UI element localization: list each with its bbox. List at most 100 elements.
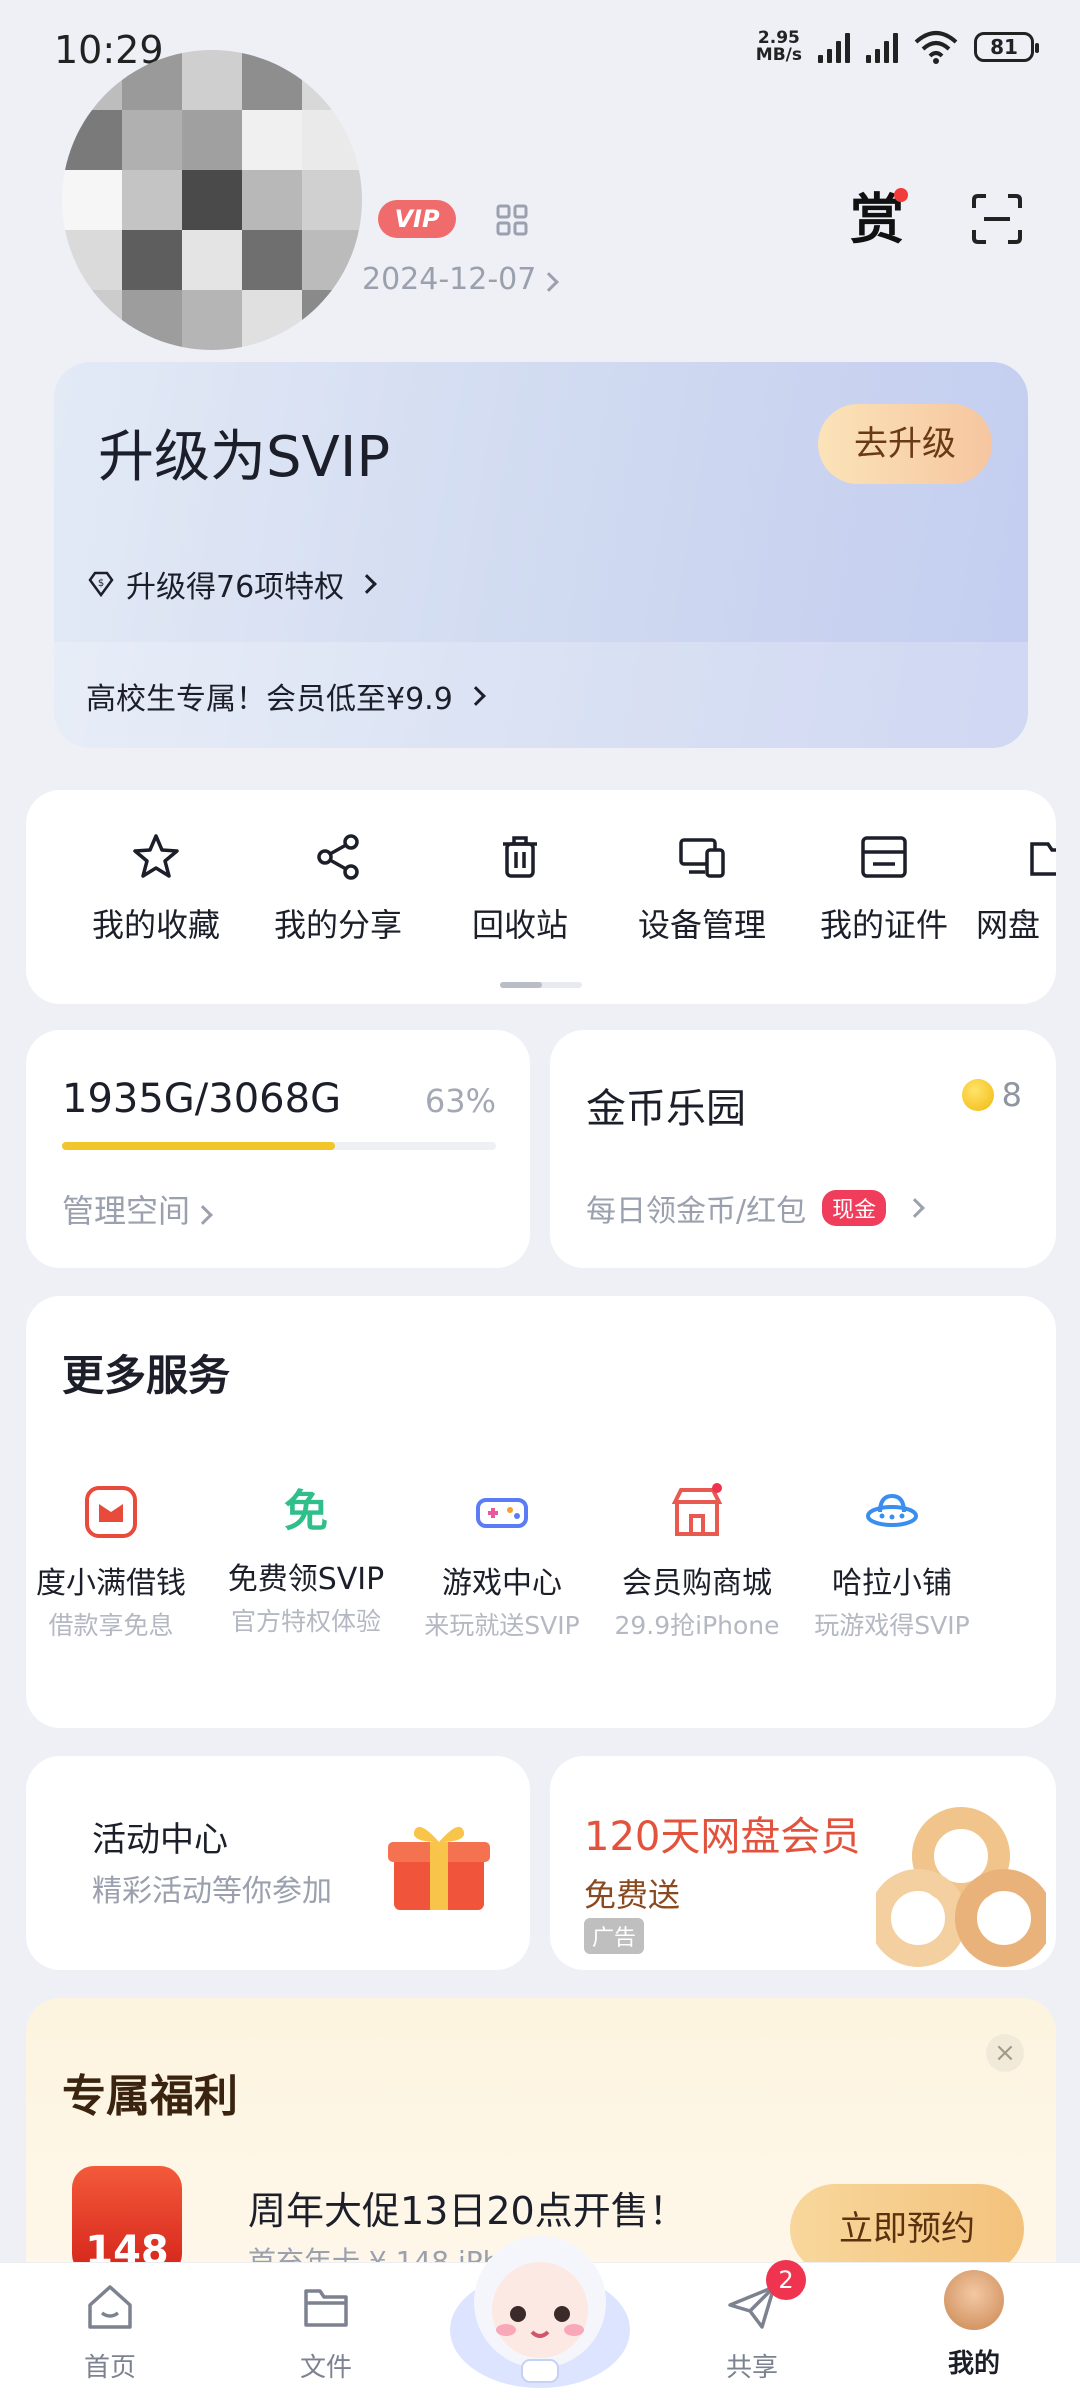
shortcut-label: 我的证件 [819, 906, 948, 944]
id-card-icon [861, 836, 907, 878]
storage-usage: 1935G/3068G [62, 1076, 342, 1122]
trash-icon [503, 836, 537, 878]
storage-percent: 63% [424, 1082, 496, 1120]
chevron-right-icon [193, 1205, 213, 1225]
wallet-icon [85, 1486, 137, 1538]
shortcut-label: 网盘 [976, 906, 1041, 944]
chevron-right-icon [905, 1198, 926, 1218]
folder-icon [304, 2289, 348, 2327]
promo-badge: 148 [72, 2166, 182, 2276]
service-item-free-svip[interactable]: 免 免费领SVIP 官方特权体验 [206, 1482, 406, 1638]
storage-card[interactable]: 1935G/3068G 63% 管理空间 [26, 1030, 530, 1268]
shortcut-label: 我的收藏 [91, 906, 220, 944]
signal-2-icon [866, 31, 898, 63]
avatar[interactable] [62, 50, 362, 350]
svip-title: 升级为SVIP [98, 425, 391, 490]
signal-icon [818, 31, 850, 63]
service-item-hala-shop[interactable]: 哈拉小铺 玩游戏得SVIP [792, 1482, 992, 1642]
gamepad-icon [476, 1498, 528, 1528]
me-avatar-icon [944, 2270, 1004, 2330]
share-badge: 2 [766, 2260, 806, 2300]
cash-badge: 现金 [822, 1190, 887, 1226]
qr-code-icon[interactable] [496, 204, 528, 236]
share-icon [317, 834, 359, 880]
service-label: 度小满借钱 [36, 1566, 186, 1601]
manage-space-label: 管理空间 [62, 1192, 191, 1230]
ad-subtitle: 免费送 [584, 1876, 681, 1914]
ad-label: 广告 [584, 1918, 645, 1954]
speed-unit: MB/s [755, 45, 802, 65]
service-subtitle: 借款享免息 [48, 1611, 174, 1640]
tab-label: 首页 [83, 2353, 136, 2383]
chevron-right-icon [465, 686, 486, 706]
tab-label: 共享 [725, 2353, 778, 2383]
manage-space-link[interactable]: 管理空间 [62, 1186, 213, 1232]
coin-card[interactable]: 金币乐园 8 每日领金币/红包 现金 [550, 1030, 1056, 1268]
coin-balance: 8 [961, 1076, 1022, 1114]
diamond-icon: $ [88, 571, 114, 598]
tab-home[interactable]: 首页 [40, 2279, 180, 2384]
home-icon [88, 2285, 132, 2329]
account-date: 2024-12-07 [362, 262, 537, 297]
service-label: 会员购商城 [622, 1566, 772, 1601]
storage-progress-bar [62, 1142, 496, 1150]
svip-card[interactable]: 升级为SVIP 去升级 $ 升级得76项特权 高校生专属！会员低至¥9.9 [54, 362, 1028, 748]
activity-center-card[interactable]: 活动中心 精彩活动等你参加 [26, 1756, 530, 1970]
service-label: 游戏中心 [442, 1566, 562, 1601]
service-subtitle: 官方特权体验 [230, 1607, 381, 1636]
chevron-right-icon [539, 272, 560, 292]
upgrade-button[interactable]: 去升级 [818, 404, 992, 484]
activity-title: 活动中心 [92, 1820, 228, 1860]
wifi-icon [914, 31, 958, 64]
coin-subtitle: 每日领金币/红包 [586, 1194, 807, 1229]
student-offer-label: 高校生专属！会员低至¥9.9 [86, 682, 453, 717]
free-icon: 免 [284, 1486, 328, 1537]
service-item-game-center[interactable]: 游戏中心 来玩就送SVIP [402, 1482, 602, 1642]
shortcut-scroll-thumb[interactable] [500, 982, 542, 988]
welfare-title: 专属福利 [62, 2071, 238, 2122]
folder-icon [1030, 842, 1056, 876]
tab-files[interactable]: 文件 [256, 2279, 396, 2384]
activity-subtitle: 精彩活动等你参加 [92, 1874, 332, 1909]
devices-icon [679, 838, 725, 878]
student-offer-link[interactable]: 高校生专属！会员低至¥9.9 [86, 674, 486, 718]
tab-label: 我的 [947, 2349, 1000, 2379]
cloud-logo-icon [876, 1807, 1046, 1967]
mascot-icon[interactable] [446, 2210, 634, 2392]
shortcut-label: 回收站 [471, 906, 568, 944]
close-icon[interactable]: × [986, 2034, 1024, 2072]
svg-text:$: $ [98, 578, 104, 589]
coin-subtitle-link[interactable]: 每日领金币/红包 现金 [586, 1186, 926, 1230]
shortcut-recycle-bin[interactable]: 回收站 [430, 830, 610, 946]
star-icon [133, 834, 179, 878]
service-subtitle: 玩游戏得SVIP [814, 1611, 970, 1640]
account-date-link[interactable]: 2024-12-07 [362, 262, 560, 297]
shortcut-label: 我的分享 [273, 906, 402, 944]
shortcut-devices[interactable]: 设备管理 [612, 830, 792, 946]
service-label: 免费领SVIP [227, 1562, 385, 1597]
service-item-member-mall[interactable]: 会员购商城 29.9抢iPhone [597, 1482, 797, 1642]
coin-count: 8 [1001, 1076, 1022, 1114]
coin-icon [961, 1079, 994, 1111]
service-label: 哈拉小铺 [832, 1566, 952, 1601]
tab-share[interactable]: 共享 [682, 2279, 822, 2384]
scan-icon[interactable] [970, 192, 1024, 246]
shortcut-id-cards[interactable]: 我的证件 [794, 830, 974, 946]
shortcut-netdisk[interactable]: 网盘 [976, 830, 1056, 946]
network-speed: 2.95 MB/s [756, 30, 802, 64]
vip-badge[interactable]: VIP [378, 200, 456, 238]
service-item-loan[interactable]: 度小满借钱 借款享免息 [11, 1482, 211, 1642]
service-subtitle: 来玩就送SVIP [424, 1611, 580, 1640]
ad-card[interactable]: 120天网盘会员 免费送 广告 [550, 1756, 1056, 1970]
reserve-button[interactable]: 立即预约 [790, 2184, 1024, 2274]
gift-icon [388, 1826, 490, 1910]
shortcut-shares[interactable]: 我的分享 [248, 830, 428, 946]
battery-indicator: 81 [974, 32, 1039, 62]
shortcut-label: 设备管理 [637, 906, 766, 944]
coin-title: 金币乐园 [586, 1086, 746, 1132]
tab-label: 文件 [299, 2353, 352, 2383]
notification-dot [894, 188, 908, 202]
privileges-link[interactable]: $ 升级得76项特权 [86, 562, 378, 606]
shortcut-favorites[interactable]: 我的收藏 [66, 830, 246, 946]
store-icon [671, 1483, 723, 1536]
